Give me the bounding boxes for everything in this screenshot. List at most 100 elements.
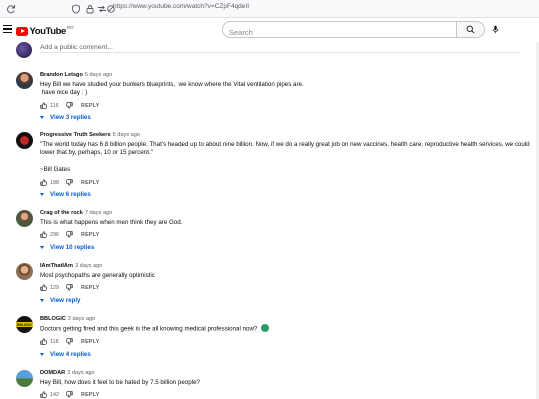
comment-author[interactable]: Crag of the rock: [40, 210, 83, 216]
view-replies-button[interactable]: View 10 replies: [40, 243, 534, 251]
avatar[interactable]: [16, 72, 33, 89]
logo-text: YouTube: [29, 25, 67, 37]
like-button[interactable]: [40, 284, 47, 291]
region-code: RO: [66, 24, 74, 30]
comment-text: Hey Bill, how does it feel to be hated b…: [40, 379, 200, 386]
url-text[interactable]: https://www.youtube.com/watch?v=CZpF4qde…: [113, 3, 249, 10]
youtube-logo[interactable]: YouTube RO: [16, 25, 74, 37]
dislike-button[interactable]: [66, 102, 73, 109]
like-count: 129: [50, 285, 59, 292]
reply-button[interactable]: REPLY: [81, 232, 99, 238]
like-button[interactable]: [40, 102, 47, 109]
browser-toolbar: https://www.youtube.com/watch?v=CZpF4qde…: [0, 0, 539, 18]
view-replies-button[interactable]: View 4 replies: [40, 350, 534, 358]
like-button[interactable]: [40, 179, 47, 186]
reply-button[interactable]: REPLY: [81, 103, 99, 109]
comment-header: Progressive Truth Seekers 5 days ago: [40, 132, 534, 139]
comment-time[interactable]: 3 days ago: [75, 263, 102, 269]
view-replies-button[interactable]: View 3 replies: [40, 114, 534, 122]
avatar-text: BBLOGIC: [16, 322, 33, 327]
caret-down-icon: [40, 193, 44, 197]
view-replies-label: View 4 replies: [50, 350, 91, 358]
thumb-up-icon: [40, 179, 47, 186]
comment-actions: 118 REPLY: [40, 338, 534, 348]
comment-author[interactable]: Progressive Truth Seekers: [40, 132, 111, 138]
like-button[interactable]: [40, 391, 47, 398]
comment-actions: 129 REPLY: [40, 284, 534, 294]
caret-down-icon: [40, 352, 44, 356]
comment-text: Hey Bill we have studied your bunkers bl…: [40, 81, 304, 97]
shield-icon[interactable]: [70, 3, 82, 15]
add-comment-row: [16, 42, 521, 58]
avatar[interactable]: [16, 263, 33, 280]
reply-button[interactable]: REPLY: [81, 339, 99, 345]
view-replies-label: View reply: [50, 296, 81, 304]
thumb-down-icon: [66, 102, 73, 109]
avatar[interactable]: [16, 132, 33, 149]
reply-button[interactable]: REPLY: [81, 180, 99, 186]
search-box[interactable]: [222, 21, 457, 40]
like-count: 188: [50, 179, 59, 186]
thumb-down-icon: [66, 231, 73, 238]
dislike-button[interactable]: [66, 231, 73, 238]
thumb-up-icon: [40, 391, 47, 398]
view-replies-label: View 3 replies: [50, 114, 91, 122]
comment-author[interactable]: Brandon Letsgo: [40, 72, 83, 78]
caret-down-icon: [40, 116, 44, 120]
avatar[interactable]: BBLOGIC: [16, 316, 33, 333]
view-replies-label: View 6 replies: [50, 191, 91, 199]
comment-body: Crag of the rock 7 days ago This is what …: [40, 210, 534, 251]
thumb-up-icon: [40, 338, 47, 345]
comment-header: IAmThatIAm 3 days ago: [40, 263, 534, 270]
like-button[interactable]: [40, 231, 47, 238]
avatar[interactable]: [16, 210, 33, 227]
comment-author[interactable]: IAmThatIAm: [40, 263, 73, 269]
dislike-button[interactable]: [66, 338, 73, 345]
comment-text-row: Doctors getting fired and this geek is t…: [40, 324, 534, 334]
dislike-button[interactable]: [66, 179, 73, 186]
comment-body: Progressive Truth Seekers 5 days ago "The…: [40, 132, 534, 199]
user-avatar: [16, 42, 32, 58]
avatar[interactable]: [16, 370, 33, 387]
comment-body: Brandon Letsgo 5 days ago Hey Bill we hav…: [40, 72, 534, 122]
dislike-button[interactable]: [66, 391, 73, 398]
comment-input[interactable]: [40, 43, 520, 53]
comment-actions: 296 REPLY: [40, 231, 534, 241]
comment-body: BBLOGIC 3 days ago Doctors getting fired …: [40, 316, 534, 358]
like-count: 142: [50, 392, 59, 399]
comment-actions: 142 REPLY: [40, 391, 534, 399]
comment-author[interactable]: DOMDAR: [40, 370, 65, 376]
comment-body: IAmThatIAm 3 days ago Most psychopaths ar…: [40, 263, 534, 304]
thumb-down-icon: [66, 338, 73, 345]
comment-text: This is what happens when men think they…: [40, 219, 183, 226]
comment-body: DOMDAR 3 days ago Hey Bill, how does it f…: [40, 370, 534, 399]
comment-time[interactable]: 7 days ago: [85, 210, 112, 216]
comment-time[interactable]: 5 days ago: [113, 132, 140, 138]
view-replies-button[interactable]: View reply: [40, 296, 534, 304]
dislike-button[interactable]: [66, 284, 73, 291]
reply-button[interactable]: REPLY: [81, 392, 99, 398]
face-emoji-icon: [261, 324, 270, 332]
caret-down-icon: [40, 298, 44, 302]
comment-author[interactable]: BBLOGIC: [40, 316, 66, 322]
like-count: 118: [50, 339, 59, 346]
thumb-up-icon: [40, 231, 47, 238]
comment-time[interactable]: 3 days ago: [67, 370, 94, 376]
search-button[interactable]: [457, 21, 485, 38]
thumb-down-icon: [66, 391, 73, 398]
voice-search-button[interactable]: [488, 21, 502, 38]
view-replies-button[interactable]: View 6 replies: [40, 191, 534, 199]
like-count: 296: [50, 232, 59, 239]
comment-time[interactable]: 5 days ago: [85, 72, 112, 78]
hamburger-menu-icon[interactable]: [3, 25, 12, 33]
comment-actions: 116 REPLY: [40, 102, 534, 112]
like-button[interactable]: [40, 338, 47, 345]
reload-icon[interactable]: [5, 3, 17, 15]
comment-header: DOMDAR 3 days ago: [40, 370, 534, 377]
search-input[interactable]: [223, 25, 456, 40]
comment-actions: 188 REPLY: [40, 179, 534, 189]
comment-header: Crag of the rock 7 days ago: [40, 210, 534, 217]
comment-time[interactable]: 3 days ago: [68, 316, 95, 322]
reply-button[interactable]: REPLY: [81, 285, 99, 291]
lock-icon[interactable]: [84, 3, 96, 15]
